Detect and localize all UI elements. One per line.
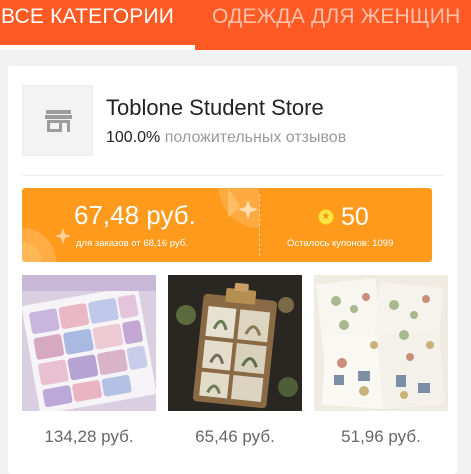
tab-all-categories[interactable]: ВСЕ КАТЕГОРИИ: [0, 0, 195, 50]
coupon-separator: [259, 194, 260, 256]
confetti-decoration-left: [22, 228, 71, 262]
tab-all-categories-label: ВСЕ КАТЕГОРИИ: [1, 5, 175, 28]
product-card[interactable]: 65,46 руб.: [168, 275, 302, 447]
store-card: Toblone Student Store 100.0% положительн…: [8, 66, 457, 474]
product-price: 134,28 руб.: [44, 427, 134, 446]
coupon-condition: для заказов от 68,16 руб.: [76, 238, 188, 249]
category-tab-bar: ВСЕ КАТЕГОРИИ ОДЕЖДА ДЛЯ ЖЕНЩИН: [0, 0, 471, 50]
coin-icon: ★: [318, 209, 334, 225]
coupon-amount: 67,48 руб.: [74, 200, 196, 230]
coins-value: 50: [341, 202, 369, 231]
positive-feedback-percent: 100.0%: [106, 129, 161, 146]
sticker-sheets-image: [314, 275, 448, 411]
store-name[interactable]: Toblone Student Store: [106, 95, 324, 121]
washi-tape-rolls-image: [22, 275, 156, 411]
coupon-banner[interactable]: 67,48 руб. для заказов от 68,16 руб. ★ 5…: [22, 188, 432, 262]
coins-block: ★ 50: [318, 202, 369, 232]
storefront-icon: [45, 110, 72, 132]
divider: [22, 175, 443, 176]
store-logo[interactable]: [22, 85, 93, 156]
product-card[interactable]: 134,28 руб.: [22, 275, 156, 447]
product-price: 65,46 руб.: [195, 427, 275, 446]
stamp-stickers-clipboard-image: [168, 275, 302, 411]
store-rating: 100.0% положительных отзывов: [106, 129, 346, 147]
coupons-remaining: Осталось купонов: 1099: [287, 238, 394, 249]
active-tab-indicator: [0, 45, 195, 50]
product-price: 51,96 руб.: [341, 427, 421, 446]
product-card[interactable]: 51,96 руб.: [314, 275, 448, 447]
tab-womens-clothing-label: ОДЕЖДА ДЛЯ ЖЕНЩИН: [212, 5, 461, 28]
tab-womens-clothing[interactable]: ОДЕЖДА ДЛЯ ЖЕНЩИН: [212, 0, 460, 50]
positive-feedback-label: положительных отзывов: [164, 129, 347, 146]
